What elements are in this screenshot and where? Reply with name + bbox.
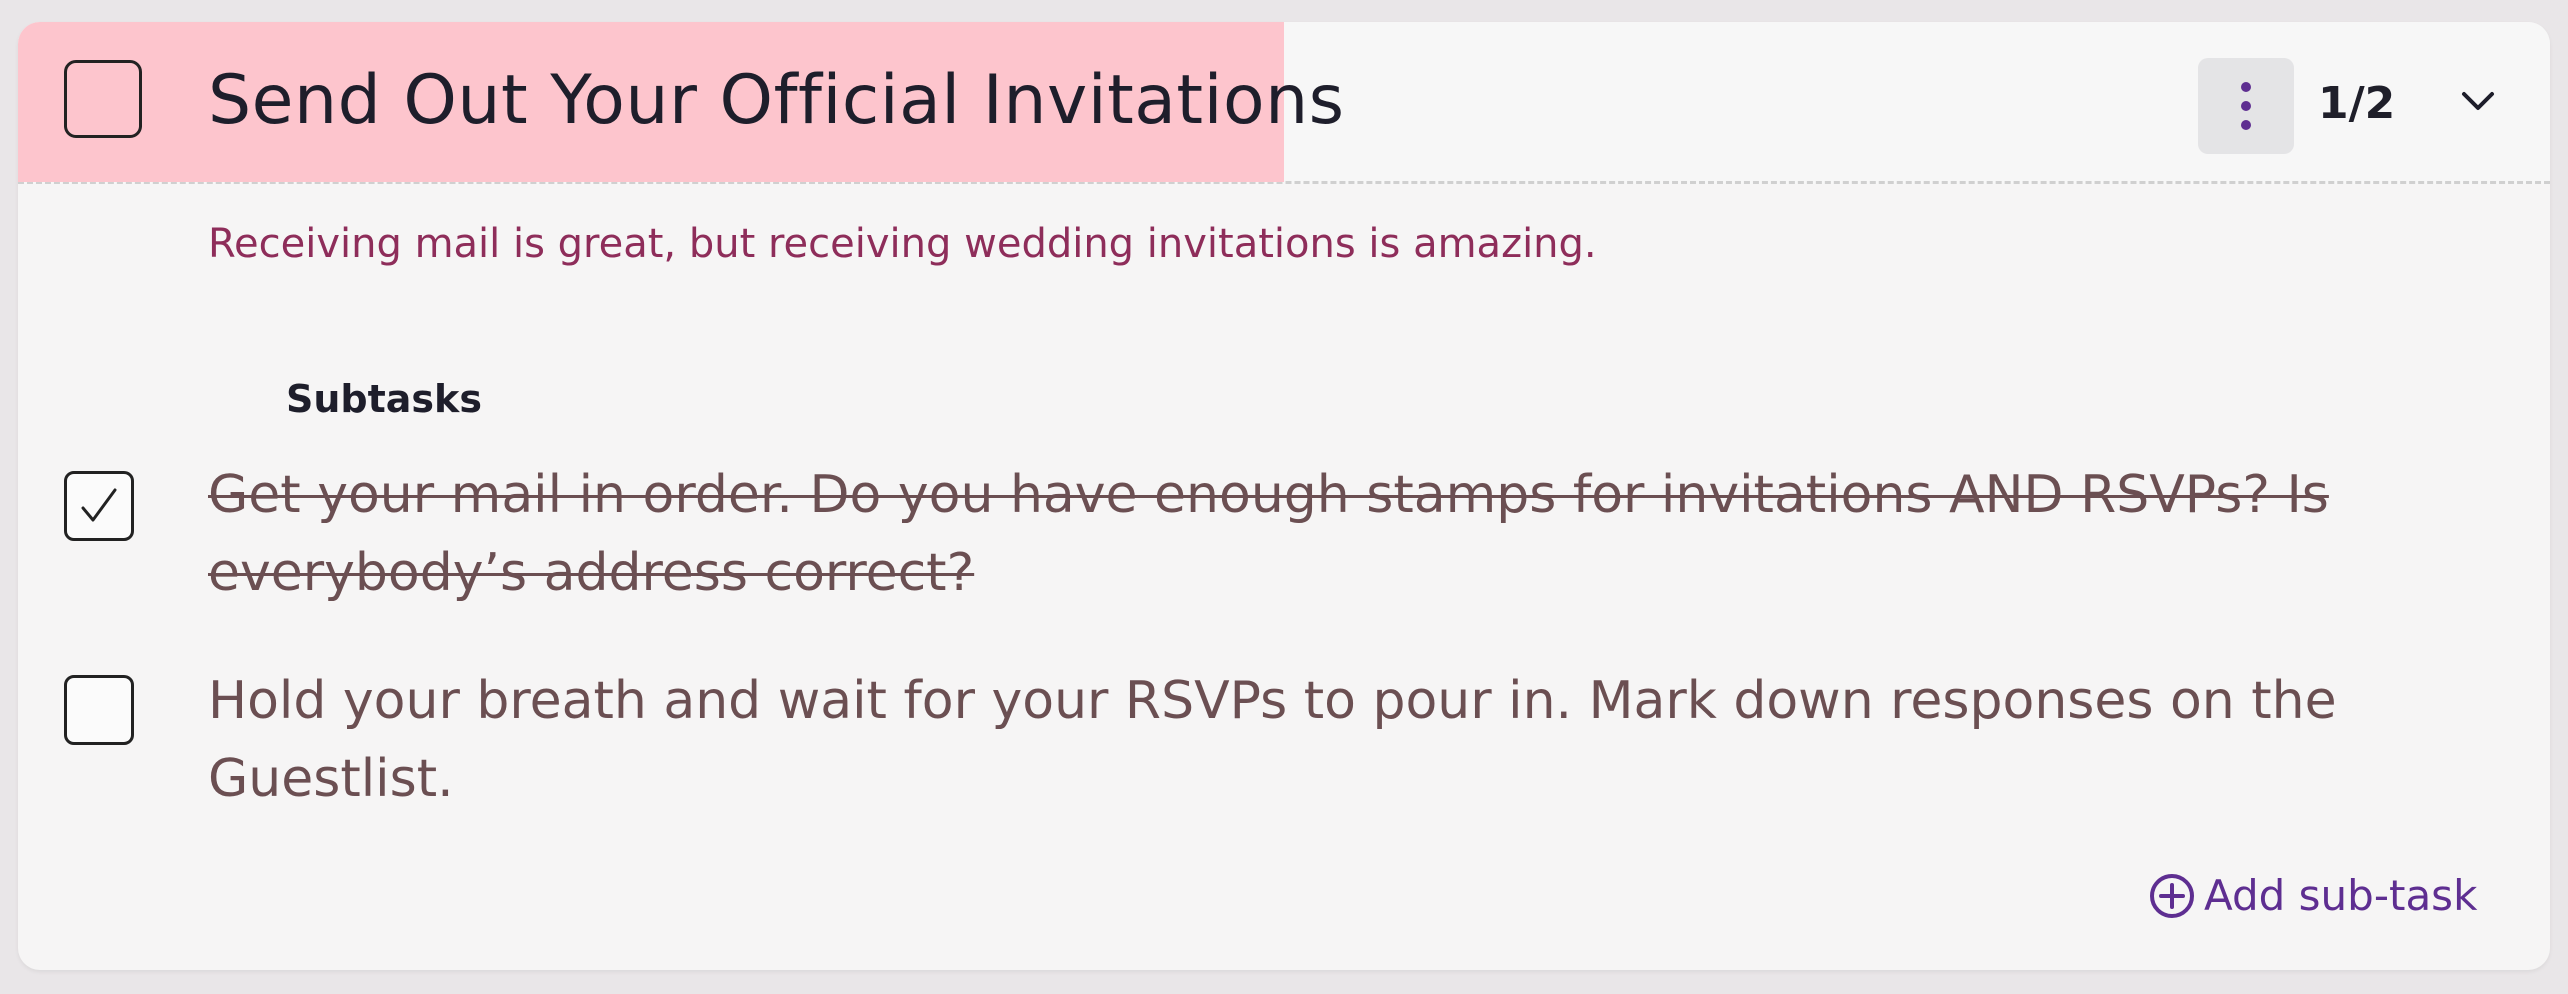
add-subtask-button[interactable]: Add sub-task — [2148, 866, 2477, 926]
subtask-progress: 1/2 — [2318, 78, 2396, 129]
task-description: Receiving mail is great, but receiving w… — [208, 221, 1597, 267]
subtasks-heading: Subtasks — [286, 377, 482, 421]
subtask-checkbox[interactable] — [64, 675, 134, 745]
plus-circle-icon — [2150, 874, 2194, 918]
chevron-down-icon[interactable] — [2458, 82, 2498, 122]
task-menu-button[interactable] — [2198, 58, 2294, 154]
subtask-text[interactable]: Hold your breath and wait for your RSVPs… — [208, 662, 2348, 818]
add-subtask-label: Add sub-task — [2204, 871, 2478, 920]
task-complete-checkbox[interactable] — [64, 60, 142, 138]
task-card: Send Out Your Official Invitations 1/2 R… — [18, 22, 2550, 970]
subtask-text[interactable]: Get your mail in order. Do you have enou… — [208, 456, 2348, 612]
task-title: Send Out Your Official Invitations — [208, 61, 1345, 140]
checkmark-icon — [81, 488, 117, 522]
task-header: Send Out Your Official Invitations 1/2 — [18, 22, 2550, 184]
subtask-checkbox[interactable] — [64, 471, 134, 541]
